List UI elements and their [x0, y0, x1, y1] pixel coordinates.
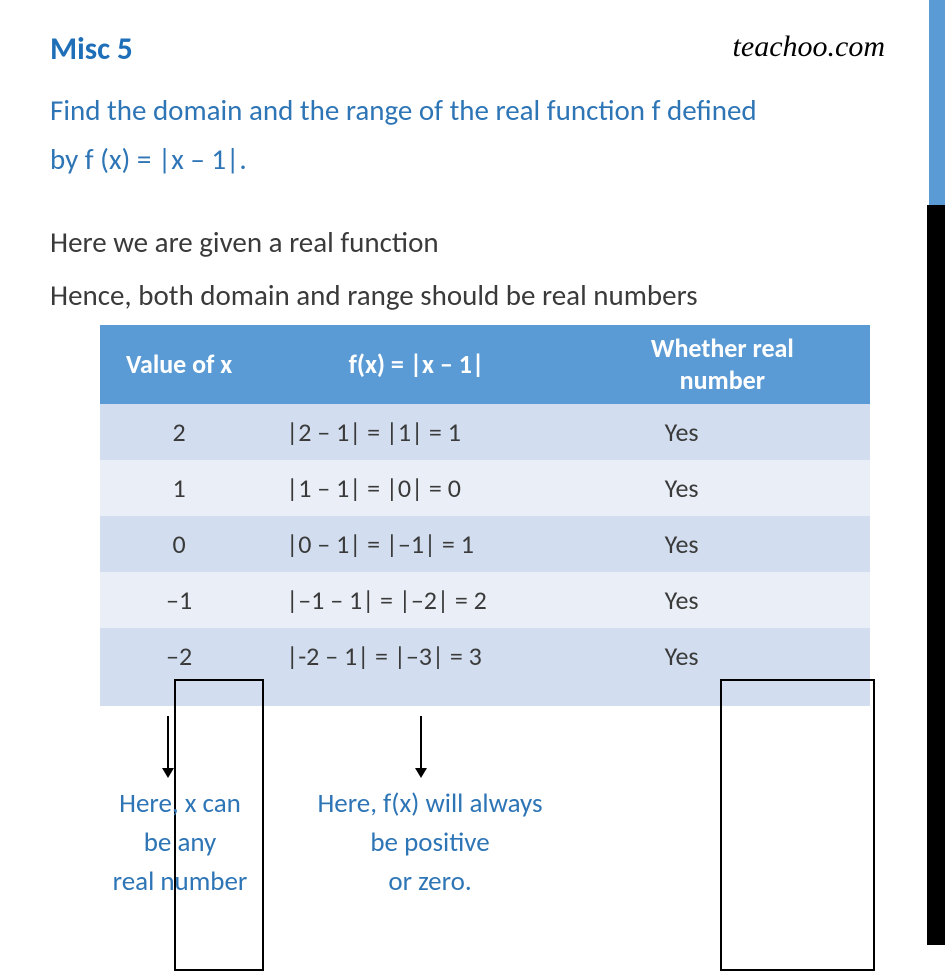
cell-real: Yes — [575, 404, 870, 460]
arrow-down-icon — [167, 716, 169, 776]
table-row: 0 |0 – 1| = |–1| = 1 Yes — [100, 516, 870, 572]
table-header: Whether real number — [575, 325, 870, 403]
note-line: real number — [113, 865, 248, 898]
table-row: 1 |1 – 1| = |0| = 0 Yes — [100, 460, 870, 516]
annotation-right: Here, f(x) will always be positive or ze… — [290, 784, 570, 901]
solution-text: Hence, both domain and range should be r… — [50, 273, 895, 318]
cell-fx: |-2 – 1| = |–3| = 3 — [258, 628, 574, 684]
problem-statement: Find the domain and the range of the rea… — [50, 86, 895, 185]
cell-fx: |–1 – 1| = |–2| = 2 — [258, 572, 574, 628]
exercise-title: Misc 5 — [50, 30, 133, 68]
cell-fx: |2 – 1| = |1| = 1 — [258, 404, 574, 460]
solution-text: Here we are given a real function — [50, 220, 895, 265]
cell-real: Yes — [575, 572, 870, 628]
side-accent-blue — [929, 0, 945, 205]
cell-x: 1 — [100, 460, 258, 516]
problem-line: Find the domain and the range of the rea… — [50, 92, 757, 128]
table-row: –1 |–1 – 1| = |–2| = 2 Yes — [100, 572, 870, 628]
header-row: Misc 5 teachoo.com — [50, 30, 895, 68]
header-line: number — [680, 364, 765, 396]
cell-x: –1 — [100, 572, 258, 628]
header-line: Whether real — [651, 332, 794, 364]
cell-real: Yes — [575, 516, 870, 572]
note-line: or zero. — [388, 865, 471, 898]
note-line: Here, x can — [119, 787, 241, 820]
table-row: 2 |2 – 1| = |1| = 1 Yes — [100, 404, 870, 460]
table-row: –2 |-2 – 1| = |–3| = 3 Yes — [100, 628, 870, 684]
note-line: be any — [144, 826, 217, 859]
side-accent-black — [927, 205, 945, 945]
table-container: Value of x f(x) = |x – 1| Whether real n… — [100, 325, 895, 705]
brand-watermark: teachoo.com — [733, 30, 885, 64]
note-line: be positive — [370, 826, 489, 859]
problem-line: by f (x) = |x – 1|. — [50, 141, 247, 177]
cell-real: Yes — [575, 460, 870, 516]
cell-real: Yes — [575, 628, 870, 684]
table-header-row: Value of x f(x) = |x – 1| Whether real n… — [100, 325, 870, 403]
arrow-down-icon — [420, 716, 422, 776]
cell-x: –2 — [100, 628, 258, 684]
note-line: Here, f(x) will always — [317, 787, 542, 820]
table-header: Value of x — [100, 325, 258, 403]
annotation-left: Here, x can be any real number — [80, 784, 280, 901]
page-content: Misc 5 teachoo.com Find the domain and t… — [0, 0, 945, 706]
cell-fx: |1 – 1| = |0| = 0 — [258, 460, 574, 516]
cell-x: 0 — [100, 516, 258, 572]
table-header: f(x) = |x – 1| — [258, 325, 574, 403]
function-table: Value of x f(x) = |x – 1| Whether real n… — [100, 325, 870, 705]
cell-fx: |0 – 1| = |–1| = 1 — [258, 516, 574, 572]
table-footer-row — [100, 684, 870, 706]
cell-x: 2 — [100, 404, 258, 460]
highlight-box-real — [720, 679, 875, 971]
